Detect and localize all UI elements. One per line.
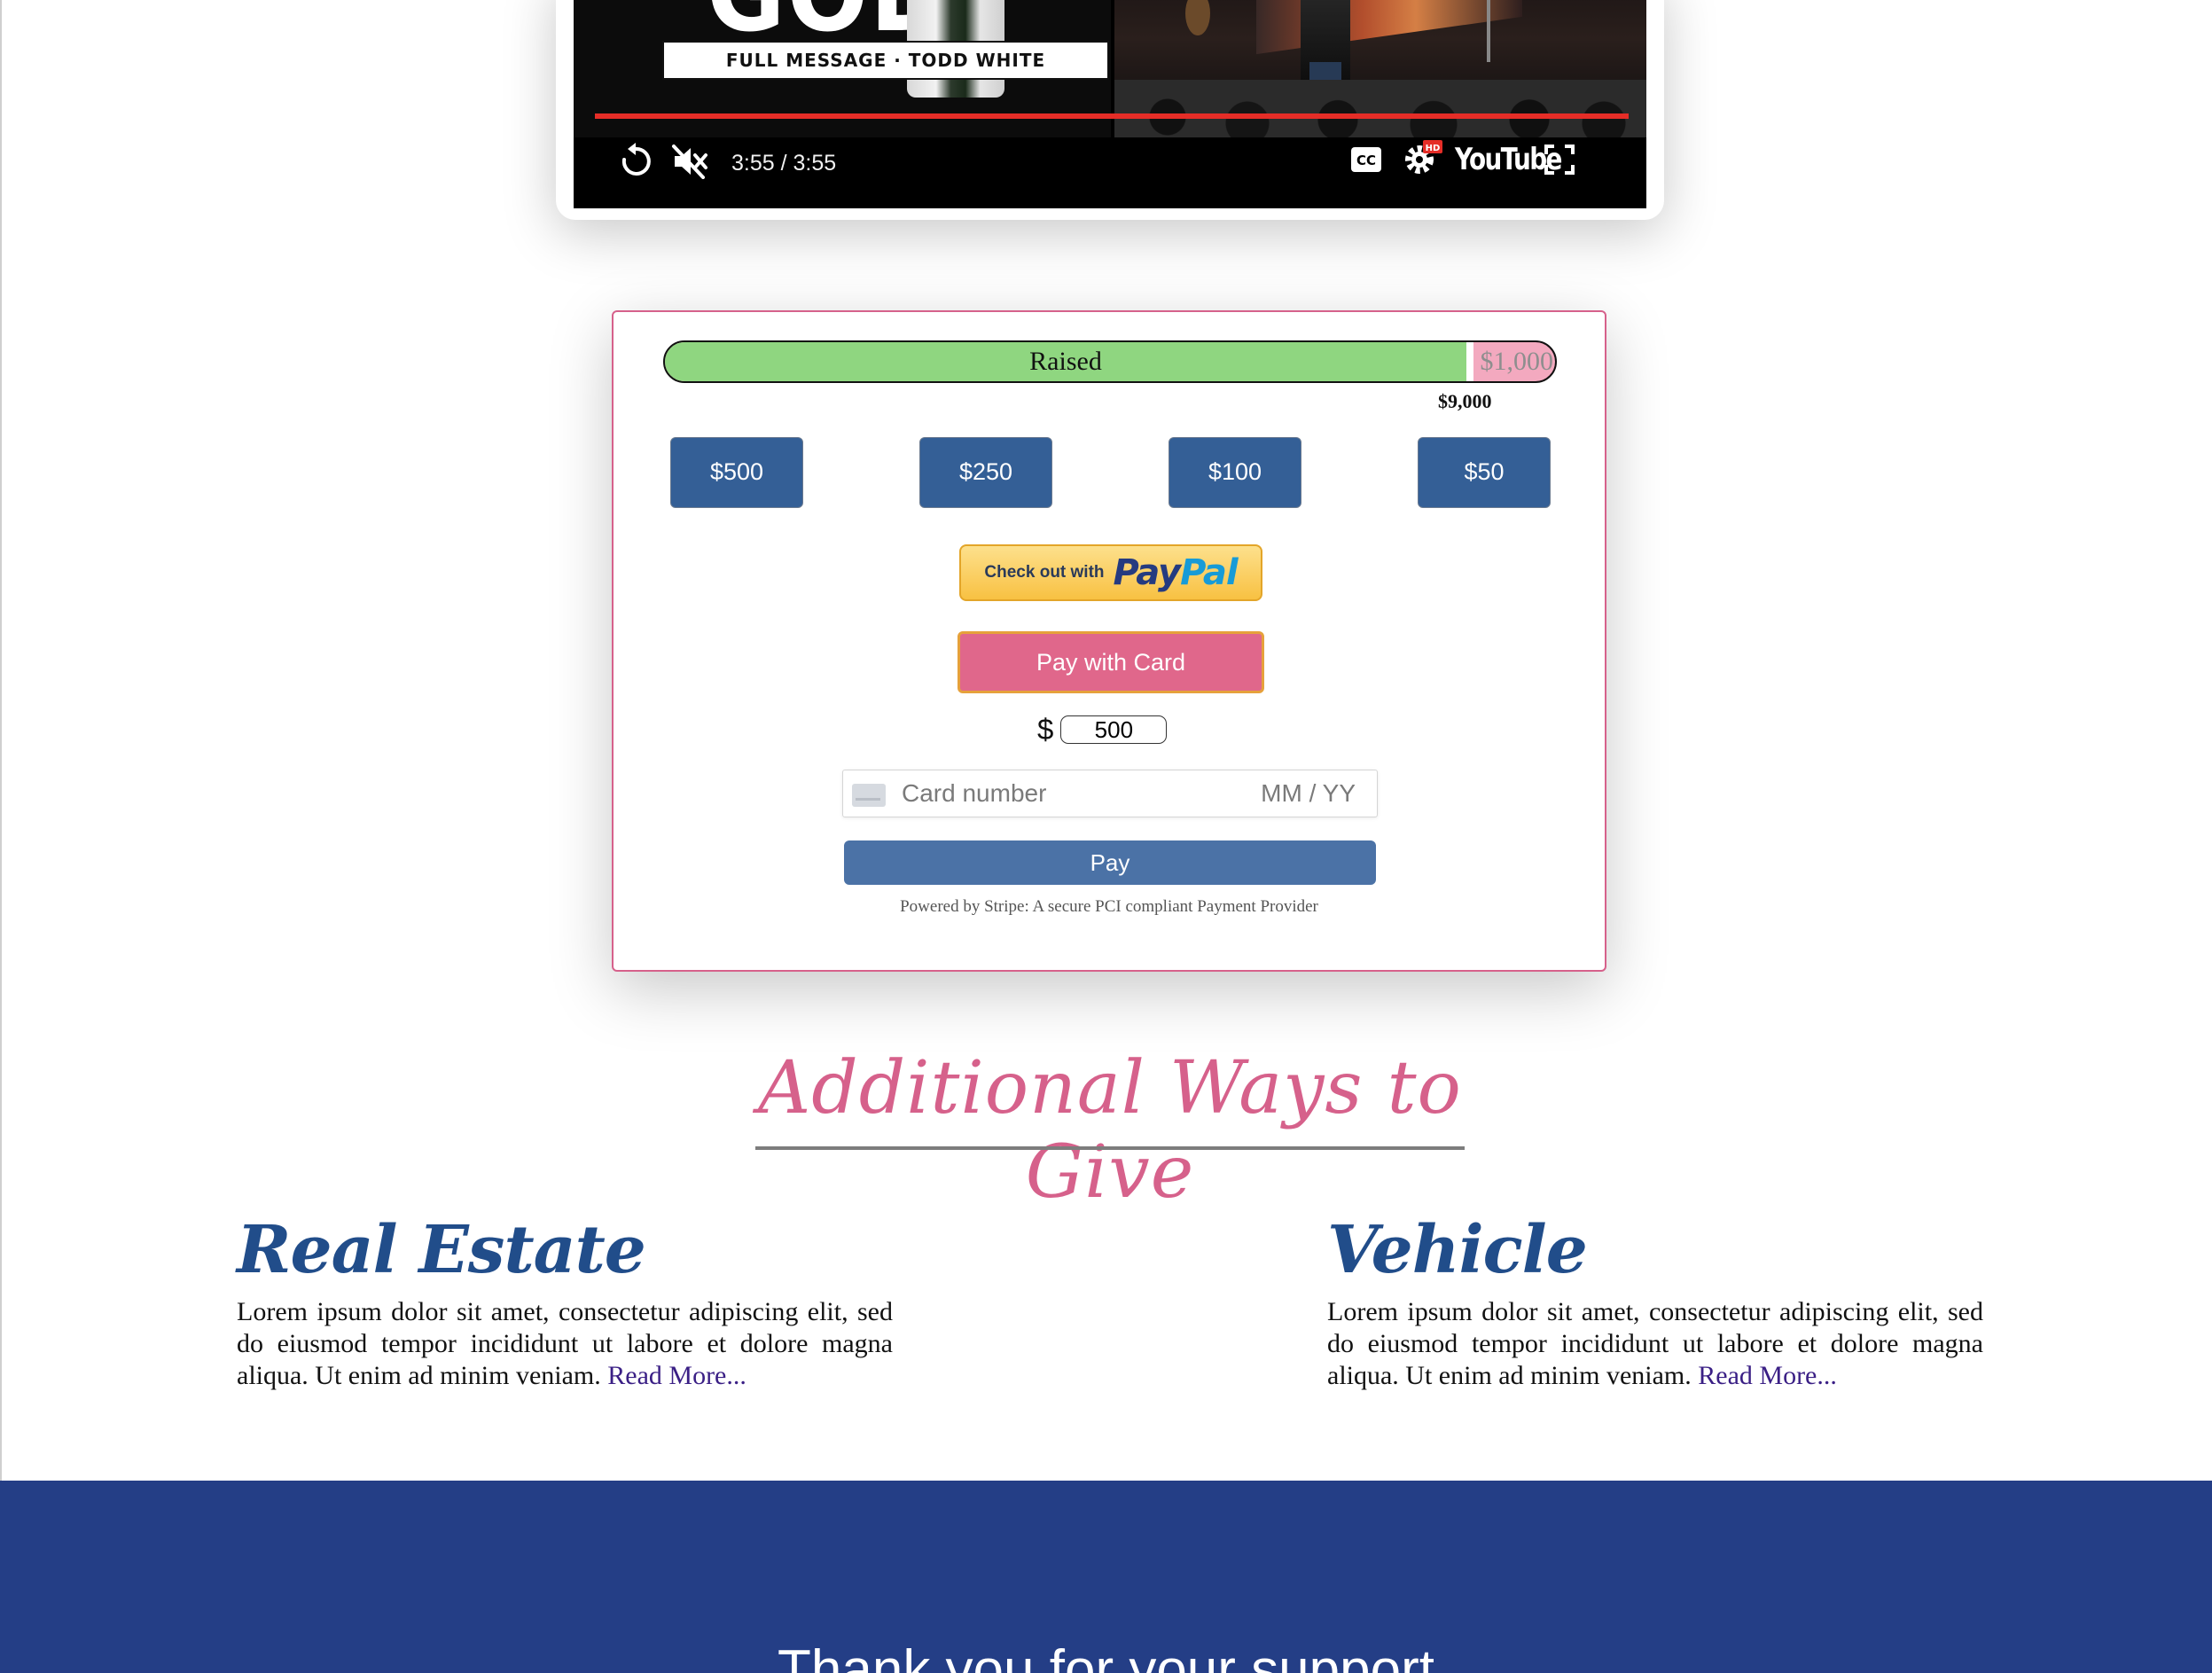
hd-badge: HD xyxy=(1426,144,1441,153)
paypal-logo: PayPal xyxy=(1113,552,1239,593)
footer: Thank you for your support xyxy=(0,1481,2212,1673)
amount-button-250[interactable]: $250 xyxy=(919,437,1052,508)
remaining-amount: $1,000 xyxy=(1480,347,1554,376)
expiry-placeholder[interactable]: MM / YY xyxy=(1261,770,1356,817)
footer-thank-you: Thank you for your support xyxy=(778,1639,1434,1673)
donation-card: Raised $1,000 $9,000 $500 $250 $100 $50 … xyxy=(612,310,1606,972)
give-option-vehicle: Vehicle Lorem ipsum dolor sit amet, cons… xyxy=(1327,1206,1983,1392)
raised-amount: $9,000 xyxy=(1438,390,1492,412)
video-progress-bar[interactable] xyxy=(595,113,1629,119)
captions-icon[interactable]: CC xyxy=(1349,145,1383,174)
video-time: 3:55 / 3:55 xyxy=(731,151,837,176)
paypal-logo-pay: Pay xyxy=(1113,552,1182,593)
paypal-logo-pal: Pal xyxy=(1180,552,1238,593)
video-controls: 3:55 / 3:55 CC HD YouTube xyxy=(574,124,1646,208)
additional-ways-title: Additional Ways to Give xyxy=(758,1046,1462,1215)
card-number-placeholder[interactable]: Card number xyxy=(902,770,1046,817)
settings-icon[interactable]: HD xyxy=(1403,138,1444,177)
raised-bar-edge xyxy=(1466,342,1473,381)
amount-button-100[interactable]: $100 xyxy=(1169,437,1301,508)
stripe-note: Powered by Stripe: A secure PCI complian… xyxy=(900,897,1318,916)
page-left-border xyxy=(0,0,2,1482)
read-more-link[interactable]: Read More... xyxy=(607,1361,746,1390)
currency-symbol: $ xyxy=(1037,713,1054,746)
give-description: Lorem ipsum dolor sit amet, consectetur … xyxy=(237,1296,893,1392)
amount-input[interactable] xyxy=(1060,715,1168,744)
replay-icon[interactable] xyxy=(618,142,653,181)
paypal-prefix: Check out with xyxy=(984,563,1105,582)
raised-label: Raised xyxy=(1029,347,1102,376)
card-input-field[interactable]: Card number MM / YY xyxy=(842,770,1378,817)
fullscreen-icon[interactable] xyxy=(1544,144,1575,176)
fundraising-thermometer: Raised $1,000 xyxy=(663,340,1557,383)
captions-label: CC xyxy=(1356,152,1376,168)
pay-button[interactable]: Pay xyxy=(844,840,1376,885)
amount-button-500[interactable]: $500 xyxy=(670,437,803,508)
muted-icon[interactable] xyxy=(671,144,708,179)
amount-row: $ xyxy=(1037,713,1168,747)
pay-with-card-button[interactable]: Pay with Card xyxy=(957,631,1264,693)
read-more-link[interactable]: Read More... xyxy=(1698,1361,1837,1390)
give-description: Lorem ipsum dolor sit amet, consectetur … xyxy=(1327,1296,1983,1392)
video-player[interactable]: GOD FULL MESSAGE · TODD WHITE 3:55 / 3:5 xyxy=(574,0,1646,208)
paypal-checkout-button[interactable]: Check out with PayPal xyxy=(959,544,1262,601)
give-body: Lorem ipsum dolor sit amet, consectetur … xyxy=(1327,1297,1983,1390)
give-heading: Vehicle xyxy=(1327,1212,1588,1288)
stage-screen xyxy=(1256,0,1522,55)
title-underline xyxy=(755,1146,1465,1150)
give-heading: Real Estate xyxy=(237,1212,646,1288)
video-card: GOD FULL MESSAGE · TODD WHITE 3:55 / 3:5 xyxy=(556,0,1664,220)
give-body: Lorem ipsum dolor sit amet, consectetur … xyxy=(237,1297,893,1390)
amount-button-50[interactable]: $50 xyxy=(1418,437,1551,508)
credit-card-icon xyxy=(852,784,886,807)
mic-stand xyxy=(1487,0,1490,62)
guitar-shape xyxy=(1185,0,1210,35)
video-subtitle: FULL MESSAGE · TODD WHITE xyxy=(662,41,1109,80)
give-option-real-estate: Real Estate Lorem ipsum dolor sit amet, … xyxy=(237,1206,893,1392)
